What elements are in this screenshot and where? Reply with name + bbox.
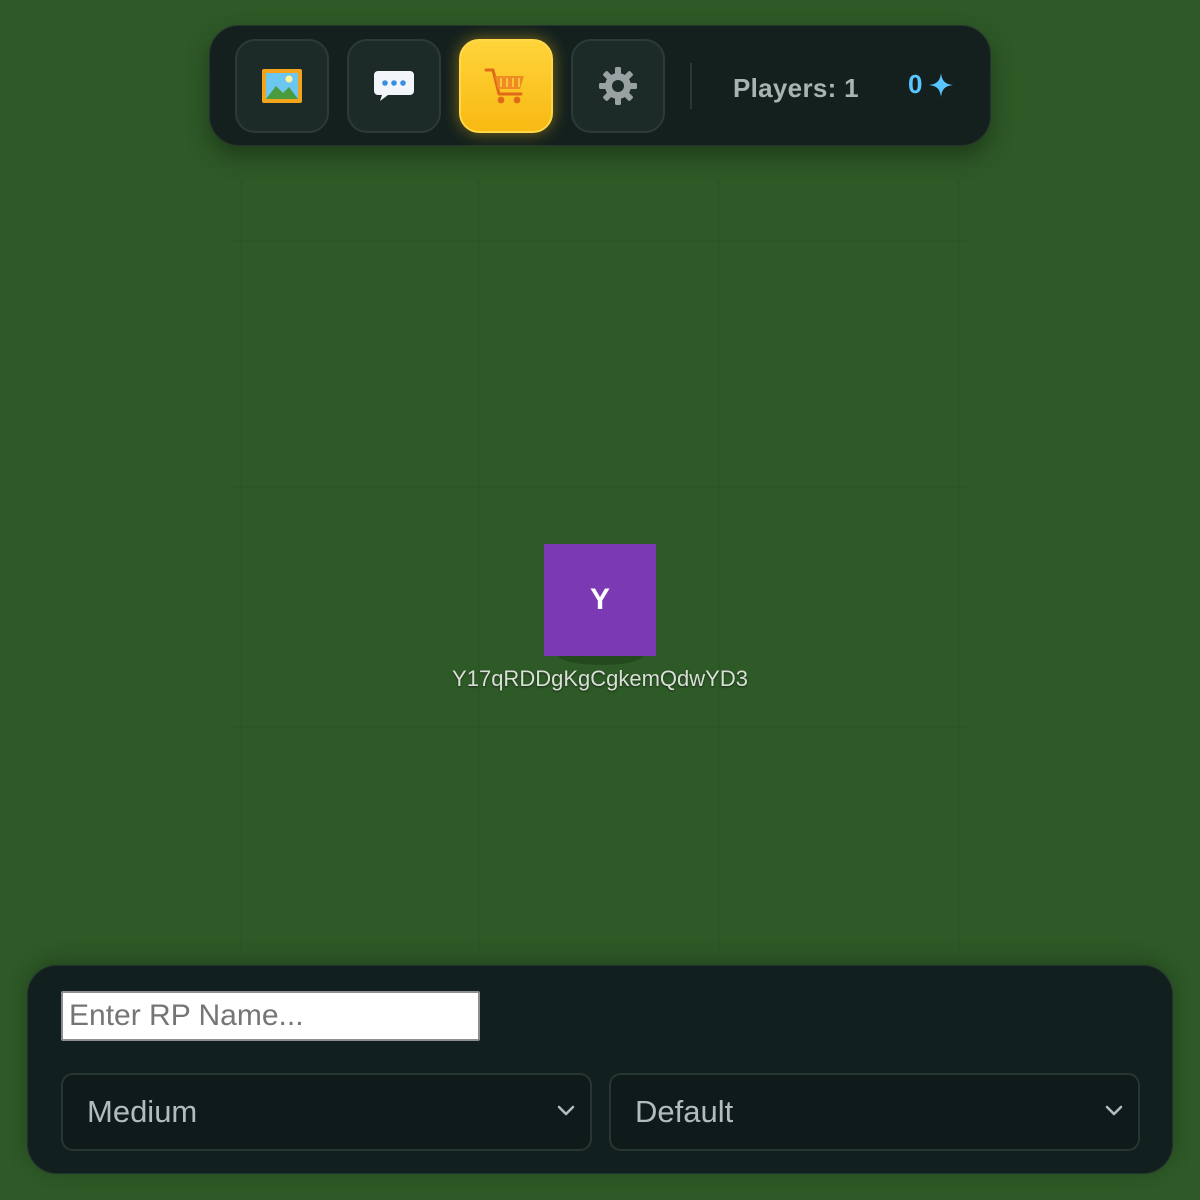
chevron-down-icon: [557, 1105, 575, 1116]
top-toolbar: Players: 1 0: [209, 25, 991, 146]
players-count: Players: 1: [733, 73, 859, 103]
player-initial: Y: [589, 583, 610, 616]
world-grid-line: [958, 180, 960, 950]
gallery-button[interactable]: [235, 39, 329, 133]
sparkle-icon: [929, 72, 954, 97]
world-grid-line: [718, 180, 720, 950]
settings-button[interactable]: [571, 39, 665, 133]
shop-button[interactable]: [459, 39, 553, 133]
currency-value: 0: [908, 69, 923, 99]
speech-bubble-icon: [374, 71, 414, 101]
rp-name-input[interactable]: [61, 991, 480, 1041]
world-grid-line: [230, 240, 970, 242]
chat-button[interactable]: [347, 39, 441, 133]
player-avatar[interactable]: Y: [544, 544, 656, 656]
chevron-down-icon: [1105, 1105, 1123, 1116]
toolbar-divider: [690, 63, 692, 109]
currency-display: 0: [908, 69, 954, 100]
world-grid-line: [478, 180, 480, 950]
bottom-control-panel: Medium Default: [27, 965, 1173, 1174]
style-select[interactable]: Default: [609, 1073, 1140, 1151]
framed-picture-icon: [262, 69, 302, 103]
shopping-cart-icon: [484, 68, 524, 104]
size-select-value: Medium: [87, 1094, 198, 1129]
size-select[interactable]: Medium: [61, 1073, 592, 1151]
style-select-value: Default: [635, 1094, 734, 1129]
world-grid-line: [240, 180, 242, 950]
world-grid-line: [230, 486, 970, 488]
player-name-label: Y17qRDDgKgCgkemQdwYD3: [452, 666, 748, 691]
world-grid-line: [230, 726, 970, 728]
gear-icon: [599, 67, 637, 105]
